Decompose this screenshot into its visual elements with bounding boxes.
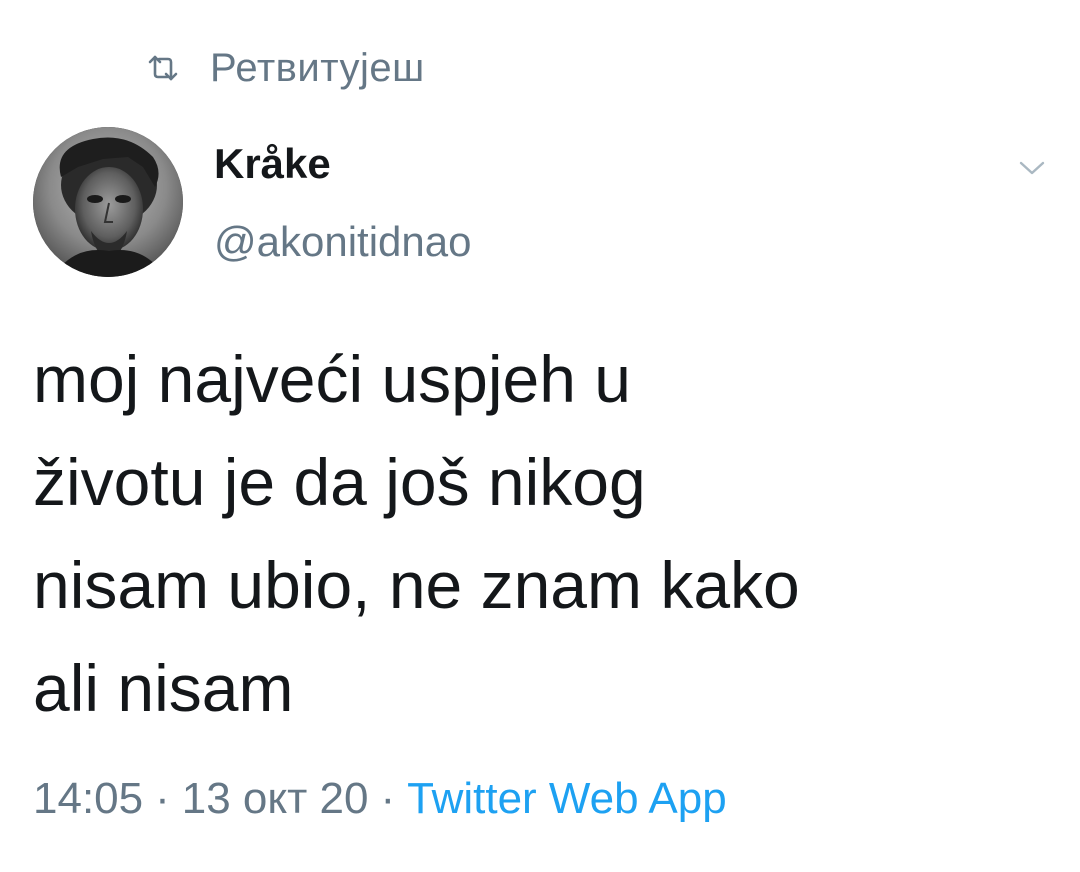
author-display-name[interactable]: Kråke bbox=[214, 140, 331, 188]
avatar[interactable] bbox=[33, 127, 183, 277]
tweet-date[interactable]: 13 окт 20 bbox=[182, 774, 369, 823]
tweet-text-line: ali nisam bbox=[33, 651, 294, 725]
tweet-time[interactable]: 14:05 bbox=[33, 774, 143, 823]
retweet-indicator: Ретвитујеш bbox=[146, 44, 425, 92]
tweet-meta: 14:05 · 13 окт 20 · Twitter Web App bbox=[33, 774, 727, 824]
avatar-photo bbox=[33, 127, 183, 277]
tweet-source-link[interactable]: Twitter Web App bbox=[407, 774, 727, 823]
retweet-icon bbox=[148, 55, 178, 81]
meta-separator: · bbox=[155, 774, 170, 823]
tweet-card[interactable]: Ретвитујеш Kråke @akonitidnao moj najveć… bbox=[0, 0, 1080, 872]
tweet-text: moj najveći uspjeh u životu je da još ni… bbox=[33, 328, 1043, 740]
tweet-text-line: životu je da još nikog bbox=[33, 445, 646, 519]
tweet-text-line: nisam ubio, ne znam kako bbox=[33, 548, 800, 622]
meta-separator: · bbox=[380, 774, 396, 823]
retweet-label: Ретвитујеш bbox=[210, 45, 425, 90]
tweet-text-line: moj najveći uspjeh u bbox=[33, 342, 631, 416]
author-handle[interactable]: @akonitidnao bbox=[214, 218, 471, 266]
chevron-down-icon[interactable] bbox=[1018, 158, 1046, 178]
